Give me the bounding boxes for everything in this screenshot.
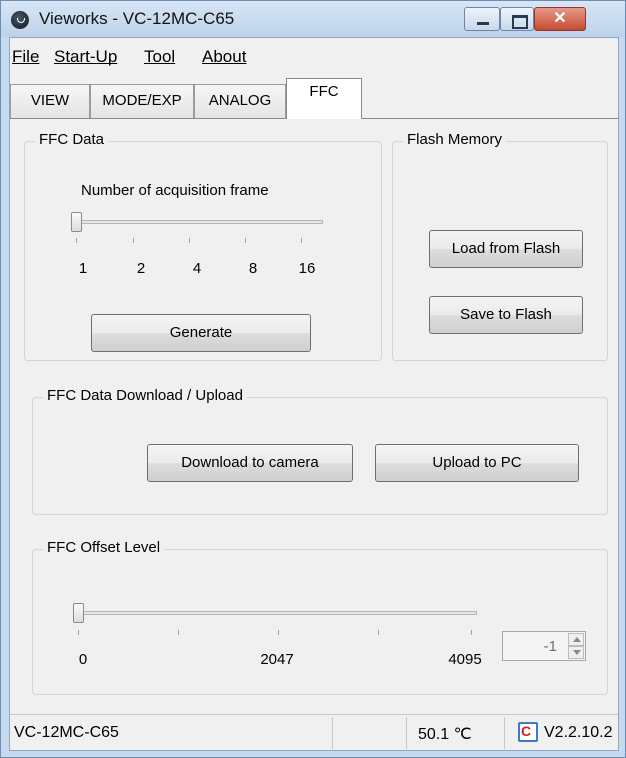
- close-icon[interactable]: ✕: [534, 7, 586, 31]
- acquisition-frame-label: Number of acquisition frame: [81, 182, 269, 199]
- spin-down-icon[interactable]: [568, 646, 584, 659]
- menu-startup[interactable]: Start-Up: [54, 47, 117, 67]
- tick-label: 16: [298, 260, 316, 277]
- status-version: V2.2.10.2: [544, 724, 613, 741]
- menu-tool[interactable]: Tool: [144, 47, 175, 67]
- menu-about-label: About: [202, 47, 247, 66]
- slider-tick: [76, 238, 77, 243]
- tick-label: 2: [136, 260, 146, 277]
- client-area: File Start-Up Tool About VIEW MODE/EXP A…: [9, 37, 619, 751]
- slider-tick: [378, 630, 379, 635]
- close-glyph: ✕: [553, 10, 567, 27]
- offset-level-group: FFC Offset Level 0 2047 4095: [32, 539, 608, 695]
- tick-label: 0: [78, 651, 88, 668]
- tab-view[interactable]: VIEW: [10, 84, 90, 118]
- window-title: Vieworks - VC-12MC-C65: [39, 9, 235, 28]
- slider-tick: [278, 630, 279, 635]
- tab-ffc[interactable]: FFC: [286, 78, 362, 119]
- slider-tick: [78, 630, 79, 635]
- offset-level-title: FFC Offset Level: [43, 539, 165, 556]
- generate-button[interactable]: Generate: [91, 314, 311, 352]
- title-bar[interactable]: Vieworks - VC-12MC-C65 ✕: [1, 1, 625, 37]
- temperature-icon: C: [518, 722, 538, 742]
- flash-memory-group: Flash Memory Load from Flash Save to Fla…: [392, 131, 608, 361]
- offset-level-slider-thumb[interactable]: [73, 603, 84, 623]
- maximize-icon[interactable]: [500, 7, 534, 31]
- vieworks-logo-icon[interactable]: [11, 11, 29, 29]
- application-window: Vieworks - VC-12MC-C65 ✕ File Start-Up T…: [0, 0, 626, 758]
- tab-mode-exp-label: MODE/EXP: [102, 92, 182, 109]
- slider-tick: [178, 630, 179, 635]
- status-divider: [332, 717, 333, 749]
- offset-level-spinbox[interactable]: -1: [502, 631, 586, 661]
- acquisition-frame-slider-track[interactable]: [73, 220, 323, 224]
- slider-tick: [301, 238, 302, 243]
- acquisition-frame-slider-thumb[interactable]: [71, 212, 82, 232]
- tab-analog[interactable]: ANALOG: [194, 84, 286, 118]
- save-to-flash-button[interactable]: Save to Flash: [429, 296, 583, 334]
- slider-tick: [189, 238, 190, 243]
- slider-tick: [245, 238, 246, 243]
- tab-analog-label: ANALOG: [208, 92, 272, 109]
- menu-file-label: File: [12, 47, 40, 66]
- tick-label: 1: [78, 260, 88, 277]
- flash-memory-title: Flash Memory: [403, 131, 507, 148]
- menu-tool-label: Tool: [144, 47, 176, 66]
- spin-up-icon[interactable]: [568, 633, 584, 646]
- tick-label: 8: [248, 260, 258, 277]
- load-from-flash-button[interactable]: Load from Flash: [429, 230, 583, 268]
- ffc-data-group: FFC Data Number of acquisition frame 1 2…: [24, 131, 382, 361]
- download-upload-title: FFC Data Download / Upload: [43, 387, 247, 404]
- status-bar: VC-12MC-C65 50.1 ℃ C V2.2.10.2: [10, 714, 618, 750]
- download-to-camera-button[interactable]: Download to camera: [147, 444, 353, 482]
- offset-level-slider-track[interactable]: [75, 611, 477, 615]
- menu-file[interactable]: File: [12, 47, 39, 67]
- ffc-tab-panel: FFC Data Number of acquisition frame 1 2…: [10, 118, 618, 695]
- upload-to-pc-button[interactable]: Upload to PC: [375, 444, 579, 482]
- slider-tick: [471, 630, 472, 635]
- status-model: VC-12MC-C65: [14, 724, 119, 741]
- status-temperature: 50.1 ℃: [418, 726, 472, 743]
- menu-bar: File Start-Up Tool About: [10, 38, 618, 78]
- tab-mode-exp[interactable]: MODE/EXP: [90, 84, 194, 118]
- slider-tick: [133, 238, 134, 243]
- offset-level-value: -1: [543, 638, 557, 655]
- tick-label: 2047: [260, 651, 294, 668]
- tab-ffc-label: FFC: [309, 83, 339, 100]
- ffc-data-title: FFC Data: [35, 131, 109, 148]
- tick-label: 4095: [448, 651, 482, 668]
- menu-about[interactable]: About: [202, 47, 246, 67]
- tick-label: 4: [192, 260, 202, 277]
- minimize-icon[interactable]: [464, 7, 500, 31]
- menu-startup-label: Start-Up: [54, 47, 118, 66]
- status-divider: [406, 717, 407, 749]
- download-upload-group: FFC Data Download / Upload Download to c…: [32, 387, 608, 515]
- tab-view-label: VIEW: [30, 92, 70, 109]
- status-divider: [504, 717, 505, 749]
- temperature-icon-letter: C: [521, 723, 532, 739]
